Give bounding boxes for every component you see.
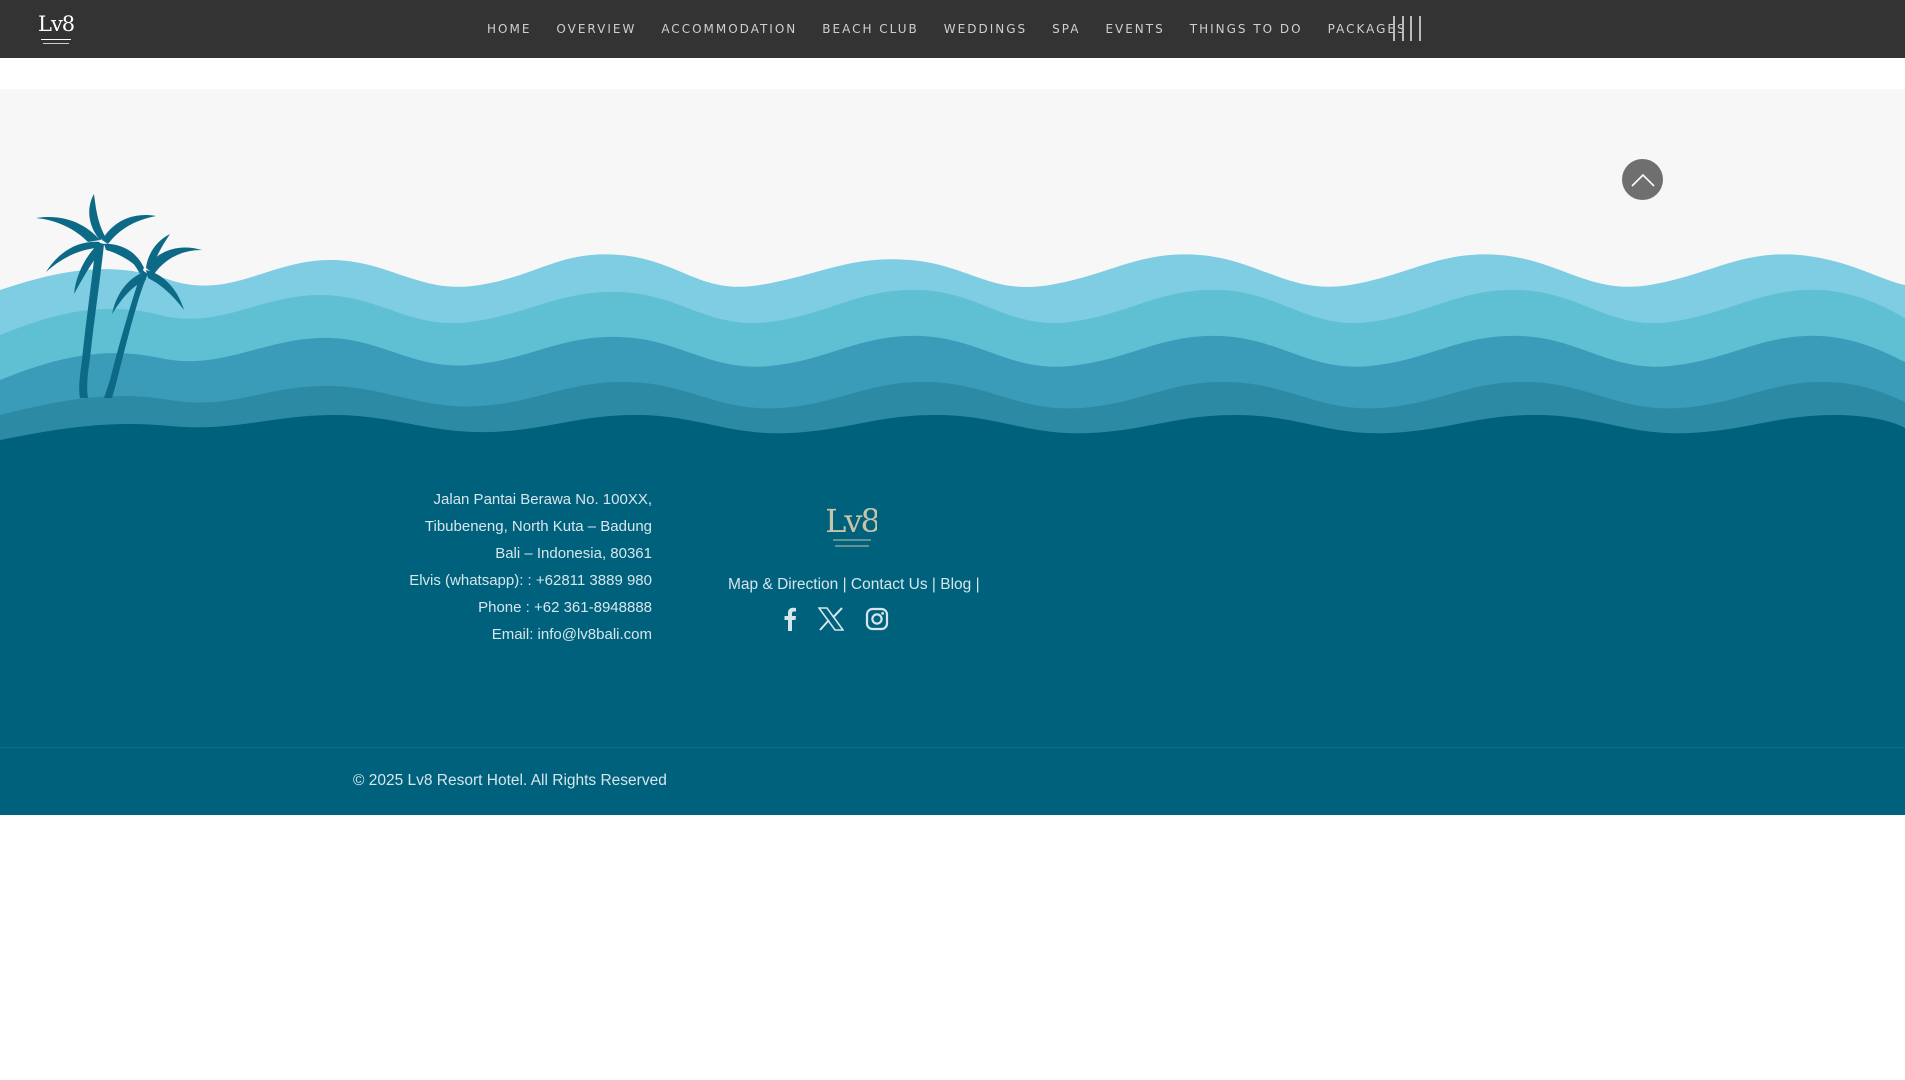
menu-bars-icon[interactable] xyxy=(1393,16,1421,41)
address-line: Tibubeneng, North Kuta – Badung xyxy=(424,518,652,535)
phone-line: Phone : +62 361-8948888 xyxy=(478,599,652,616)
nav-item-things-to-do[interactable]: THINGS TO DO xyxy=(1190,0,1303,58)
blog-link[interactable]: Blog xyxy=(940,576,971,593)
email-line: Email: info@lv8bali.com xyxy=(332,621,652,648)
address-line: Bali – Indonesia, 80361 xyxy=(495,545,652,562)
menu-bar xyxy=(1418,16,1421,41)
nav-item-home[interactable]: HOME xyxy=(487,0,531,58)
instagram-icon xyxy=(865,607,889,631)
copyright-bar: © 2025 Lv8 Resort Hotel. All Rights Rese… xyxy=(0,747,1905,815)
ocean-waves-illustration xyxy=(0,254,1905,456)
link-separator: | xyxy=(842,576,847,593)
footer: Jalan Pantai Berawa No. 100XX, Tibubenen… xyxy=(0,440,1905,747)
nav-item-spa[interactable]: SPA xyxy=(1052,0,1080,58)
x-twitter-icon xyxy=(818,607,844,631)
social-links xyxy=(783,604,889,634)
palm-frond xyxy=(112,272,146,314)
main-menu: HOME OVERVIEW ACCOMMODATION BEACH CLUB W… xyxy=(487,0,1407,58)
email-label: Email: xyxy=(491,626,538,643)
menu-bar xyxy=(1410,16,1413,41)
palm-tree-illustration xyxy=(36,194,202,398)
link-separator: | xyxy=(931,576,936,593)
palm-frond xyxy=(146,270,184,310)
scroll-to-top-button[interactable] xyxy=(1622,159,1663,200)
nav-item-beach-club[interactable]: BEACH CLUB xyxy=(822,0,919,58)
email-link[interactable]: info@lv8bali.com xyxy=(538,626,652,643)
brand-logo-rule-lower xyxy=(43,43,69,44)
address-line: Jalan Pantai Berawa No. 100XX, xyxy=(433,491,652,508)
footer-links: Map & Direction | Contact Us | Blog | xyxy=(728,576,1028,594)
whatsapp-line: Elvis (whatsapp): : +62811 3889 980 xyxy=(409,572,652,589)
contact-us-link[interactable]: Contact Us xyxy=(851,576,928,593)
menu-bar xyxy=(1393,16,1395,41)
palm-frond xyxy=(102,215,156,244)
nav-item-accommodation[interactable]: ACCOMMODATION xyxy=(661,0,797,58)
link-separator: | xyxy=(975,576,980,593)
brand-logo-text: Lv8 xyxy=(38,12,75,36)
footer-address: Jalan Pantai Berawa No. 100XX, Tibubenen… xyxy=(332,486,652,648)
nav-item-events[interactable]: EVENTS xyxy=(1105,0,1164,58)
copyright-text: © 2025 Lv8 Resort Hotel. All Rights Rese… xyxy=(353,772,667,789)
footer-logo: Lv8 xyxy=(827,502,877,547)
menu-bar xyxy=(1401,16,1404,41)
chevron-up-icon xyxy=(1630,173,1655,187)
x-twitter-link[interactable] xyxy=(818,607,844,631)
facebook-link[interactable] xyxy=(783,607,797,631)
brand-logo[interactable]: Lv8 xyxy=(38,9,75,49)
instagram-link[interactable] xyxy=(865,607,889,631)
map-direction-link[interactable]: Map & Direction xyxy=(728,576,838,593)
nav-item-overview[interactable]: OVERVIEW xyxy=(556,0,636,58)
footer-logo-text: Lv8 xyxy=(827,502,877,540)
nav-item-weddings[interactable]: WEDDINGS xyxy=(944,0,1027,58)
top-navigation: Lv8 HOME OVERVIEW ACCOMMODATION BEACH CL… xyxy=(0,0,1905,58)
facebook-icon xyxy=(784,607,796,631)
brand-logo-rule xyxy=(41,39,71,40)
